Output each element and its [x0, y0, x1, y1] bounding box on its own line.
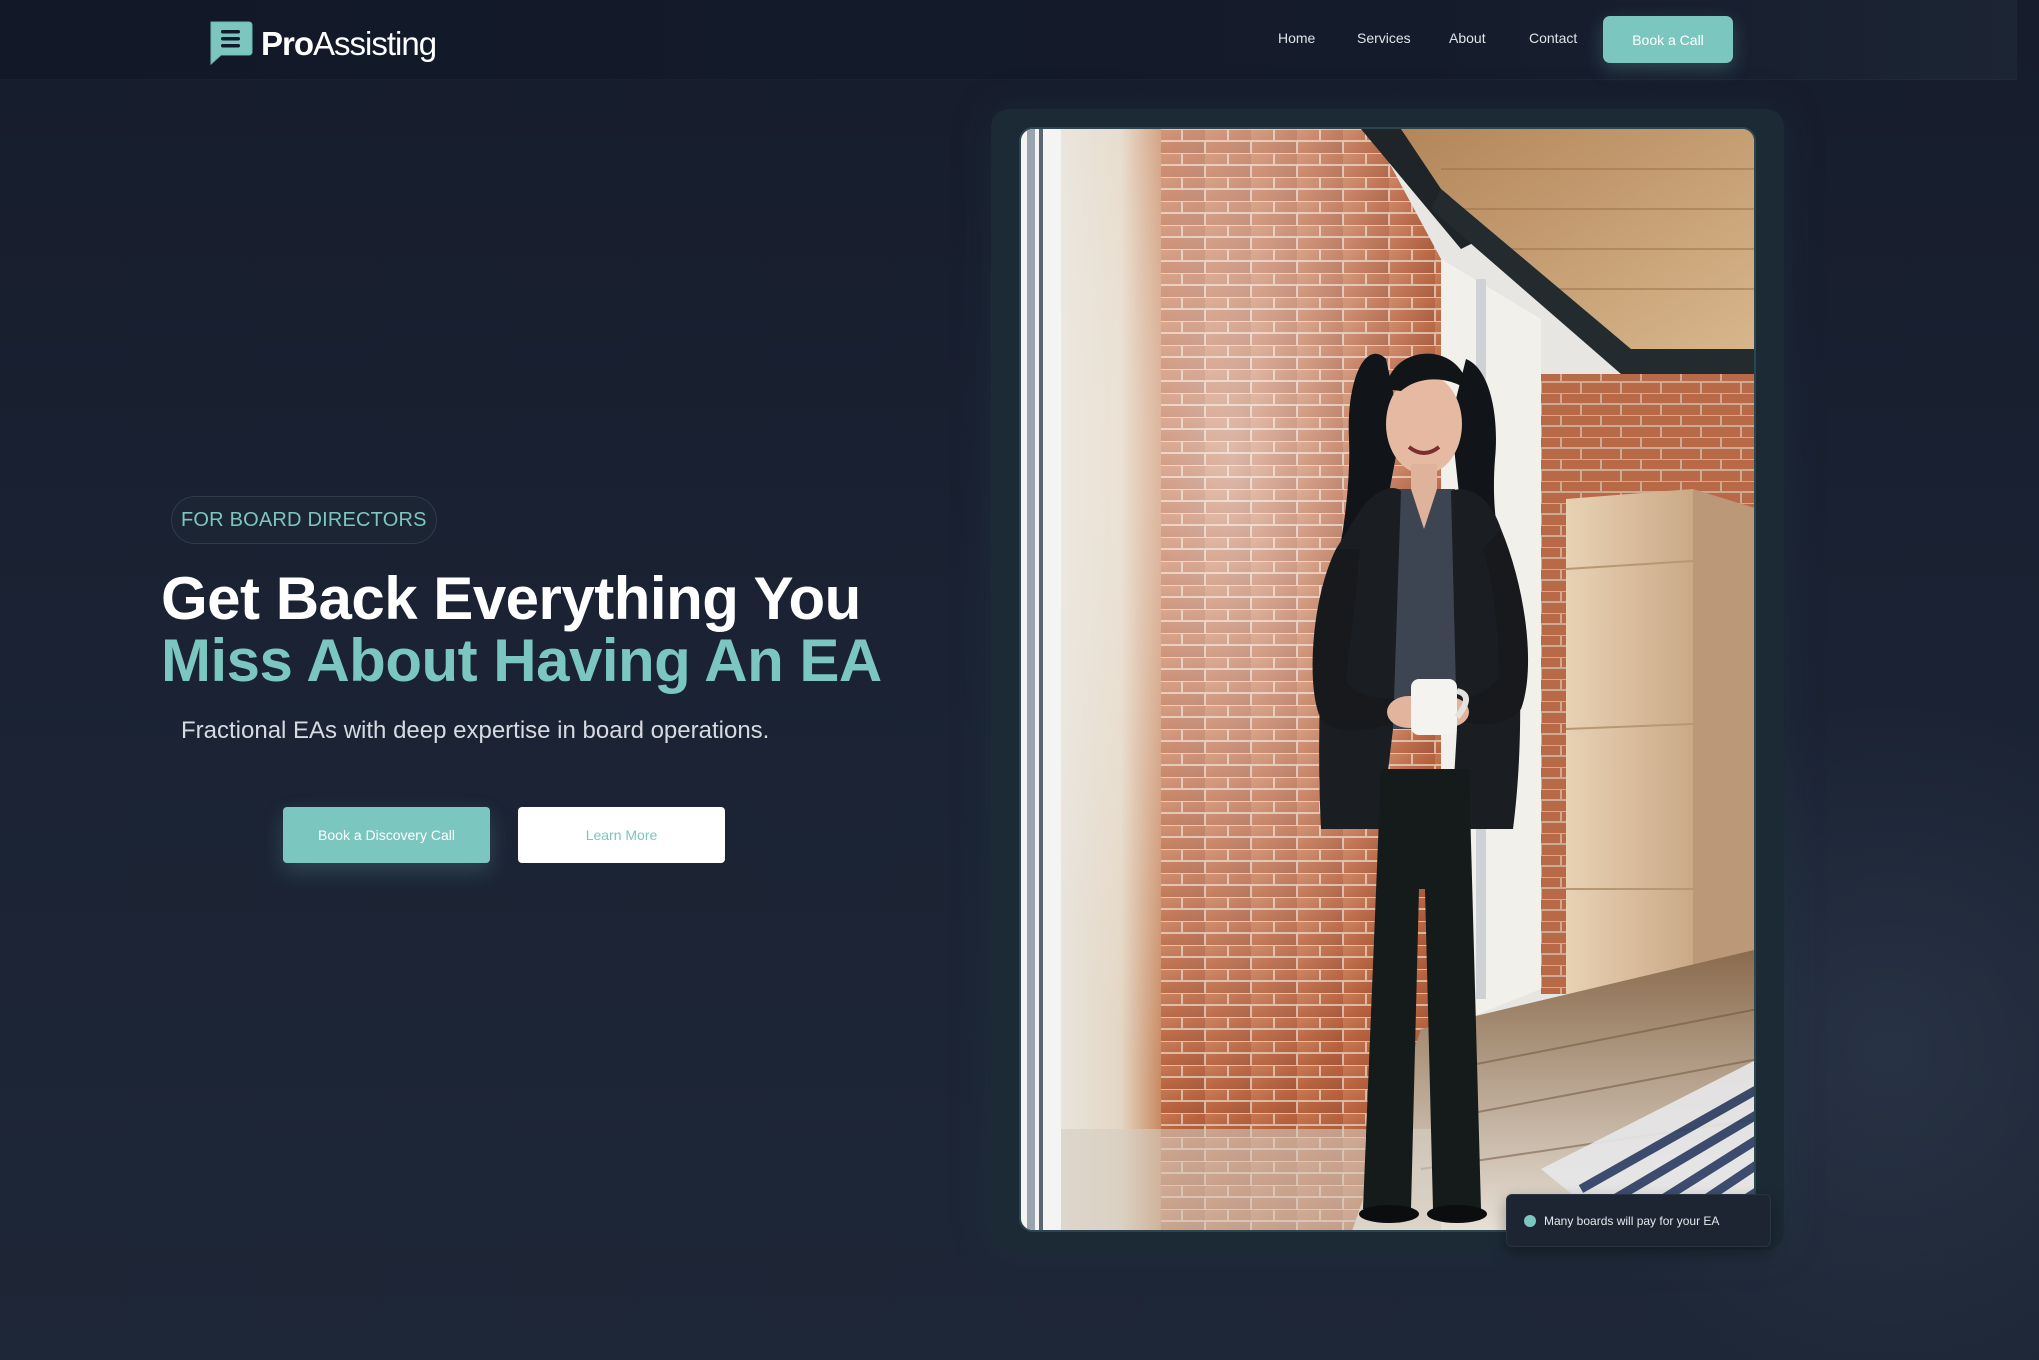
- logo-text: ProAssisting: [261, 25, 437, 62]
- page: ProAssisting Home Services About Contact…: [0, 0, 2039, 1360]
- book-discovery-call-button[interactable]: Book a Discovery Call: [283, 807, 490, 863]
- headline-line-1: Get Back Everything You: [161, 565, 861, 632]
- book-a-call-button[interactable]: Book a Call: [1603, 16, 1733, 63]
- logo[interactable]: ProAssisting: [207, 20, 437, 67]
- nav-link-home[interactable]: Home: [1278, 30, 1315, 46]
- nav-link-about[interactable]: About: [1449, 30, 1486, 46]
- headline-line-2: Miss About Having An EA: [161, 627, 882, 694]
- navbar: ProAssisting Home Services About Contact…: [0, 0, 2017, 80]
- photo-toast: Many boards will pay for your EA: [1506, 1194, 1771, 1247]
- hero-photo: [1019, 127, 1756, 1232]
- hero-subtitle: Fractional EAs with deep expertise in bo…: [181, 717, 770, 744]
- status-dot-icon: [1524, 1214, 1536, 1227]
- nav-link-services[interactable]: Services: [1357, 30, 1411, 46]
- hero-headline: Get Back Everything You Miss About Havin…: [161, 568, 882, 692]
- nav-link-contact[interactable]: Contact: [1529, 30, 1577, 46]
- learn-more-button[interactable]: Learn More: [518, 807, 725, 863]
- chat-bubble-lines-icon: [207, 20, 254, 67]
- toast-text: Many boards will pay for your EA: [1544, 1213, 1720, 1228]
- audience-badge: FOR BOARD DIRECTORS: [171, 496, 437, 544]
